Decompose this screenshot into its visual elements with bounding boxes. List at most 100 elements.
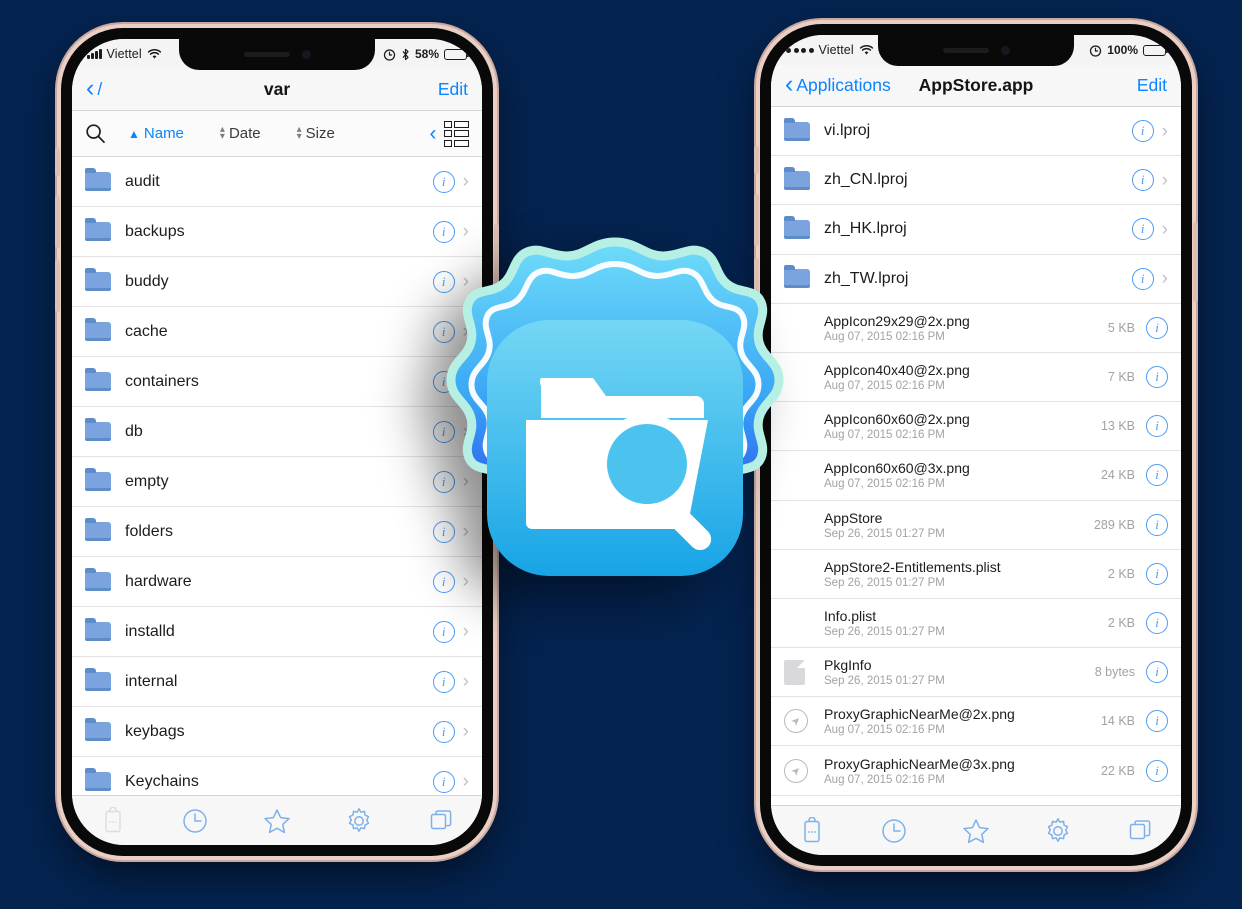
silent-switch[interactable] bbox=[754, 146, 759, 174]
sort-by-date[interactable]: ▴ ▾ Date bbox=[220, 125, 261, 142]
tab-clipboard[interactable] bbox=[771, 816, 853, 845]
file-date: Sep 26, 2015 01:27 PM bbox=[824, 625, 945, 638]
info-button[interactable]: i bbox=[1146, 710, 1168, 733]
info-button[interactable]: i bbox=[1146, 415, 1168, 438]
folder-icon bbox=[85, 368, 111, 391]
battery-icon bbox=[1143, 44, 1169, 56]
info-button[interactable]: i bbox=[1146, 366, 1168, 389]
windows-icon bbox=[430, 809, 452, 829]
file-icon-slot bbox=[85, 168, 113, 191]
back-button[interactable]: ‹ / bbox=[86, 76, 102, 101]
edit-button[interactable]: Edit bbox=[1137, 75, 1167, 96]
tab-gear[interactable] bbox=[1017, 817, 1099, 845]
view-mode-group[interactable]: ‹ bbox=[430, 120, 469, 147]
file-row[interactable]: audit i › bbox=[72, 157, 482, 207]
wifi-icon bbox=[859, 45, 873, 55]
file-name: cache bbox=[125, 322, 168, 340]
folder-icon bbox=[85, 668, 111, 691]
tab-bar-right[interactable] bbox=[771, 805, 1181, 855]
info-button[interactable]: i bbox=[432, 170, 455, 193]
file-meta: PkgInfo Sep 26, 2015 01:27 PM bbox=[824, 657, 1095, 687]
file-row[interactable]: ProxyGraphicPurchased@2x.pngi bbox=[771, 795, 1181, 805]
info-button[interactable]: i bbox=[432, 770, 455, 793]
clock-icon bbox=[882, 818, 906, 843]
info-button[interactable]: i bbox=[1146, 661, 1168, 684]
disclosure-chevron-icon: › bbox=[462, 671, 469, 692]
chevron-left-icon[interactable]: ‹ bbox=[430, 123, 437, 144]
file-size: 14 KB bbox=[1100, 714, 1135, 729]
file-meta: zh_CN.lproj bbox=[824, 171, 1132, 189]
status-right-group: 58% bbox=[383, 47, 470, 61]
info-button[interactable]: i bbox=[1131, 218, 1154, 241]
file-date: Aug 07, 2015 02:16 PM bbox=[824, 478, 945, 491]
tab-gear[interactable] bbox=[318, 807, 400, 835]
file-row[interactable]: Keychains i › bbox=[72, 757, 482, 795]
tab-windows[interactable] bbox=[400, 807, 482, 835]
tab-windows[interactable] bbox=[1099, 817, 1181, 845]
file-size: 2 KB bbox=[1107, 566, 1135, 581]
tab-bar-left[interactable] bbox=[72, 795, 482, 845]
file-name: containers bbox=[125, 372, 199, 390]
volume-down-button[interactable] bbox=[55, 260, 60, 312]
folder-icon bbox=[85, 218, 111, 241]
info-button[interactable]: i bbox=[1146, 513, 1168, 536]
sort-by-size[interactable]: ▴ ▾ Size bbox=[297, 125, 335, 142]
file-row[interactable]: keybags i › bbox=[72, 707, 482, 757]
clock-icon bbox=[183, 808, 207, 833]
tab-clock[interactable] bbox=[154, 807, 236, 835]
folder-icon bbox=[85, 318, 111, 341]
signal-dots-icon bbox=[786, 47, 814, 53]
edit-button[interactable]: Edit bbox=[438, 79, 468, 100]
file-size: 7 KB bbox=[1107, 370, 1135, 385]
file-name: buddy bbox=[125, 272, 169, 290]
file-name: zh_HK.lproj bbox=[824, 220, 907, 238]
disclosure-chevron-icon: › bbox=[1161, 120, 1168, 142]
file-icon-slot bbox=[85, 618, 113, 641]
silent-switch[interactable] bbox=[55, 148, 60, 176]
file-meta: AppStore Sep 26, 2015 01:27 PM bbox=[824, 510, 1094, 540]
file-meta: keybags bbox=[125, 723, 433, 741]
file-meta: AppIcon40x40@2x.png Aug 07, 2015 02:16 PM bbox=[824, 362, 1108, 392]
disclosure-chevron-icon: › bbox=[462, 171, 469, 192]
gear-icon bbox=[1047, 817, 1069, 842]
power-button[interactable] bbox=[1193, 222, 1198, 302]
file-row[interactable]: ProxyGraphicNearMe@3x.pngAug 07, 2015 02… bbox=[771, 746, 1181, 796]
file-date: Aug 07, 2015 02:16 PM bbox=[824, 773, 945, 786]
info-button[interactable]: i bbox=[1146, 759, 1168, 782]
file-name: audit bbox=[125, 172, 160, 190]
sort-by-name[interactable]: ▲ Name bbox=[128, 125, 184, 142]
tab-clipboard[interactable] bbox=[72, 806, 154, 835]
info-button[interactable]: i bbox=[1146, 464, 1168, 487]
info-button[interactable]: i bbox=[1146, 316, 1168, 339]
tab-clock[interactable] bbox=[853, 817, 935, 845]
signal-bars-icon bbox=[87, 49, 102, 59]
clipboard-icon bbox=[804, 816, 820, 842]
battery-percent-label: 58% bbox=[414, 47, 439, 61]
info-button[interactable]: i bbox=[1131, 267, 1154, 290]
file-row[interactable]: zh_CN.lproj i › bbox=[771, 156, 1181, 206]
info-button[interactable]: i bbox=[432, 720, 455, 743]
tab-star[interactable] bbox=[935, 817, 1017, 845]
info-button[interactable]: i bbox=[1131, 120, 1154, 143]
info-button[interactable]: i bbox=[1146, 562, 1168, 585]
disclosure-chevron-icon: › bbox=[462, 721, 469, 742]
info-button[interactable]: i bbox=[1146, 611, 1168, 634]
file-row[interactable]: ProxyGraphicNearMe@2x.pngAug 07, 2015 02… bbox=[771, 697, 1181, 747]
volume-up-button[interactable] bbox=[55, 196, 60, 248]
file-date: Aug 07, 2015 02:16 PM bbox=[824, 724, 945, 737]
grid-view-icon[interactable] bbox=[443, 120, 469, 147]
file-row[interactable]: vi.lproj i › bbox=[771, 107, 1181, 157]
file-meta: ProxyGraphicNearMe@3x.png Aug 07, 2015 02… bbox=[824, 756, 1101, 786]
file-meta: Info.plist Sep 26, 2015 01:27 PM bbox=[824, 608, 1108, 638]
info-button[interactable]: i bbox=[1131, 169, 1154, 192]
file-icon-slot bbox=[85, 468, 113, 491]
back-button[interactable]: ‹ Applications bbox=[785, 72, 891, 97]
info-button[interactable]: i bbox=[432, 670, 455, 693]
nav-bar-right: ‹ Applications AppStore.app Edit bbox=[771, 65, 1181, 107]
file-meta: hardware bbox=[125, 573, 433, 591]
sort-date-label: Date bbox=[228, 125, 261, 142]
tab-star[interactable] bbox=[236, 807, 318, 835]
search-icon[interactable] bbox=[85, 123, 106, 144]
folder-icon bbox=[85, 618, 111, 641]
file-meta: zh_HK.lproj bbox=[824, 220, 1132, 238]
